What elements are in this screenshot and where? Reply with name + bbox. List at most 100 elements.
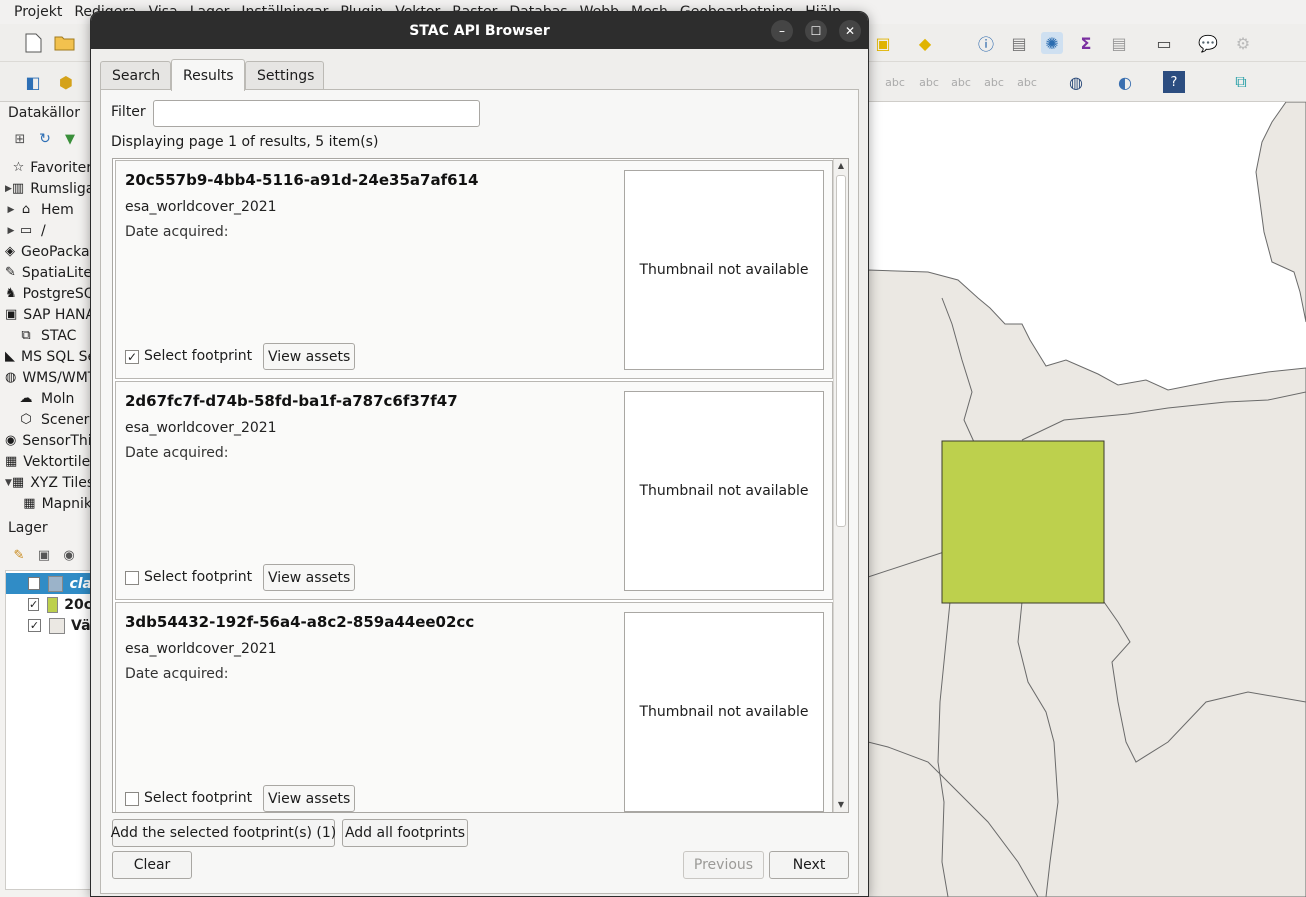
select-footprint-label[interactable]: Select footprint (144, 348, 252, 364)
layer-visibility-checkbox[interactable]: ✓ (28, 619, 41, 632)
expand-arrow-icon[interactable]: ▶ (5, 184, 12, 194)
refresh-icon[interactable]: ↻ (34, 128, 56, 150)
footprint-polygon[interactable] (941, 440, 1105, 604)
browser-item[interactable]: ⧉ STAC (0, 325, 92, 346)
layer-name: cla (69, 575, 92, 592)
add-all-footprints-button[interactable]: Add all footprints (342, 819, 468, 847)
browser-item[interactable]: ▶▥ Rumsliga bokmärken (0, 178, 92, 199)
filter-input[interactable] (153, 100, 480, 127)
results-tab-pane: Filter Displaying page 1 of results, 5 i… (100, 89, 859, 894)
stac-icon: ⧉ (21, 328, 31, 343)
thumbnail-placeholder: Thumbnail not available (624, 391, 824, 591)
browser-item[interactable]: ▶ ▭ / (0, 220, 92, 241)
expand-arrow-icon[interactable]: ▶ (5, 226, 17, 236)
browser-item[interactable]: ▦ Vektortiles (0, 451, 92, 472)
results-list[interactable]: 20c557b9-4bb4-5116-a91d-24e35a7af614 esa_… (112, 158, 849, 813)
menu-item[interactable]: Projekt (8, 4, 68, 20)
label-tool-2-icon[interactable]: abc (918, 71, 940, 93)
select-footprint-checkbox[interactable] (125, 571, 139, 585)
layer-row[interactable]: ✓ Vä (6, 615, 92, 636)
scroll-thumb[interactable] (836, 175, 846, 527)
select-footprint-checkbox[interactable]: ✓ (125, 350, 139, 364)
select-footprint-label[interactable]: Select footprint (144, 790, 252, 806)
browser-item[interactable]: ▦ Mapnik (0, 493, 92, 514)
stac-globe-icon[interactable]: ◍ (1065, 71, 1087, 93)
close-icon[interactable]: ✕ (839, 20, 861, 42)
select-by-value-icon[interactable]: ◆ (914, 32, 936, 54)
layer-row[interactable]: cla (6, 573, 92, 594)
stac-api-browser-dialog: STAC API Browser – ☐ ✕ Search Results Se… (90, 11, 869, 897)
plugin-icon[interactable]: ⧉ (1230, 71, 1252, 93)
view-assets-button[interactable]: View assets (263, 564, 356, 591)
layer-name: 20c (64, 596, 92, 613)
previous-button[interactable]: Previous (683, 851, 764, 879)
browser-item[interactable]: ◈ GeoPackage (0, 241, 92, 262)
processing-toolbox-icon[interactable]: ✺ (1041, 32, 1063, 54)
dialog-titlebar[interactable]: STAC API Browser – ☐ ✕ (91, 12, 868, 49)
scroll-up-arrow-icon[interactable]: ▲ (834, 159, 848, 173)
filter-icon[interactable]: ▼ (59, 128, 81, 150)
browser-item[interactable]: ◉ SensorThings (0, 430, 92, 451)
attribute-table-icon[interactable]: ▤ (1008, 32, 1030, 54)
browser-item[interactable]: ◍ WMS/WMTS (0, 367, 92, 388)
browser-item[interactable]: ▶ ⌂ Hem (0, 199, 92, 220)
label-tool-3-icon[interactable]: abc (950, 71, 972, 93)
add-layer-icon[interactable]: ◧ (22, 71, 44, 93)
open-project-icon[interactable] (54, 32, 76, 54)
tab-results[interactable]: Results (171, 59, 245, 91)
layer-symbol-swatch (48, 575, 64, 592)
select-footprint-label[interactable]: Select footprint (144, 569, 252, 585)
measure-icon[interactable]: ▭ (1153, 32, 1175, 54)
map-canvas[interactable] (868, 102, 1306, 897)
view-assets-button[interactable]: View assets (263, 343, 356, 370)
label-tool-4-icon[interactable]: abc (983, 71, 1005, 93)
visibility-icon[interactable]: ◉ (58, 544, 80, 566)
browser-item[interactable]: ▣ SAP HANA (0, 304, 92, 325)
view-assets-button[interactable]: View assets (263, 785, 356, 812)
field-calculator-icon[interactable]: ▤ (1108, 32, 1130, 54)
browser-item[interactable]: ☁ Moln (0, 388, 92, 409)
add-selected-footprints-button[interactable]: Add the selected footprint(s) (1) (111, 819, 336, 847)
layer-visibility-checkbox[interactable]: ✓ (28, 598, 40, 611)
browser-item[interactable]: ⬡ Scener (0, 409, 92, 430)
statistics-sum-icon[interactable]: Σ (1075, 32, 1097, 54)
expand-arrow-icon[interactable]: ▶ (5, 205, 17, 215)
scroll-down-arrow-icon[interactable]: ▼ (834, 798, 848, 812)
label-tool-5-icon[interactable]: abc (1016, 71, 1038, 93)
clear-button[interactable]: Clear (112, 851, 192, 879)
select-footprint-checkbox[interactable] (125, 792, 139, 806)
add-group-icon[interactable]: ▣ (33, 544, 55, 566)
minimize-icon[interactable]: – (771, 20, 793, 42)
new-project-icon[interactable] (22, 32, 44, 54)
browser-item-label: MS SQL Server (21, 348, 92, 365)
browser-item[interactable]: ♞ PostgreSQL (0, 283, 92, 304)
browser-item[interactable]: ◣ MS SQL Server (0, 346, 92, 367)
tab-search[interactable]: Search (100, 61, 171, 90)
add-selected-icon[interactable]: ⊞ (9, 128, 31, 150)
tab-settings[interactable]: Settings (245, 61, 324, 90)
next-button[interactable]: Next (769, 851, 849, 879)
browser-item[interactable]: ▼ ▦ XYZ Tiles (0, 472, 92, 493)
style-icon[interactable]: ✎ (8, 544, 30, 566)
map-tips-icon[interactable]: 💬 (1197, 32, 1219, 54)
add-raster-icon[interactable]: ⬢ (55, 71, 77, 93)
browser-item[interactable]: ☆ Favoriter (0, 157, 92, 178)
result-item-id: 3db54432-192f-56a4-a8c2-859a44ee02cc (125, 613, 475, 631)
result-item-card: 3db54432-192f-56a4-a8c2-859a44ee02cc esa_… (115, 602, 833, 812)
layer-visibility-checkbox[interactable] (28, 577, 41, 590)
date-acquired-label: Date acquired: (125, 224, 229, 240)
date-acquired-label: Date acquired: (125, 666, 229, 682)
python-console-icon[interactable]: ◐ (1114, 71, 1136, 93)
select-features-icon[interactable]: ▣ (872, 32, 894, 54)
browser-item-label: PostgreSQL (22, 285, 92, 302)
settings-gear-icon[interactable]: ⚙ (1232, 32, 1254, 54)
browser-item[interactable]: ✎ SpatiaLite (0, 262, 92, 283)
identify-icon[interactable]: ⓘ (975, 32, 997, 54)
results-scrollbar[interactable]: ▲ ▼ (833, 159, 848, 812)
browser-item-label: Scener (41, 411, 90, 428)
layer-row[interactable]: ✓ 20c (6, 594, 92, 615)
expand-arrow-icon[interactable]: ▼ (5, 478, 12, 488)
help-icon[interactable]: ? (1163, 71, 1185, 93)
maximize-icon[interactable]: ☐ (805, 20, 827, 42)
label-tool-1-icon[interactable]: abc (884, 71, 906, 93)
